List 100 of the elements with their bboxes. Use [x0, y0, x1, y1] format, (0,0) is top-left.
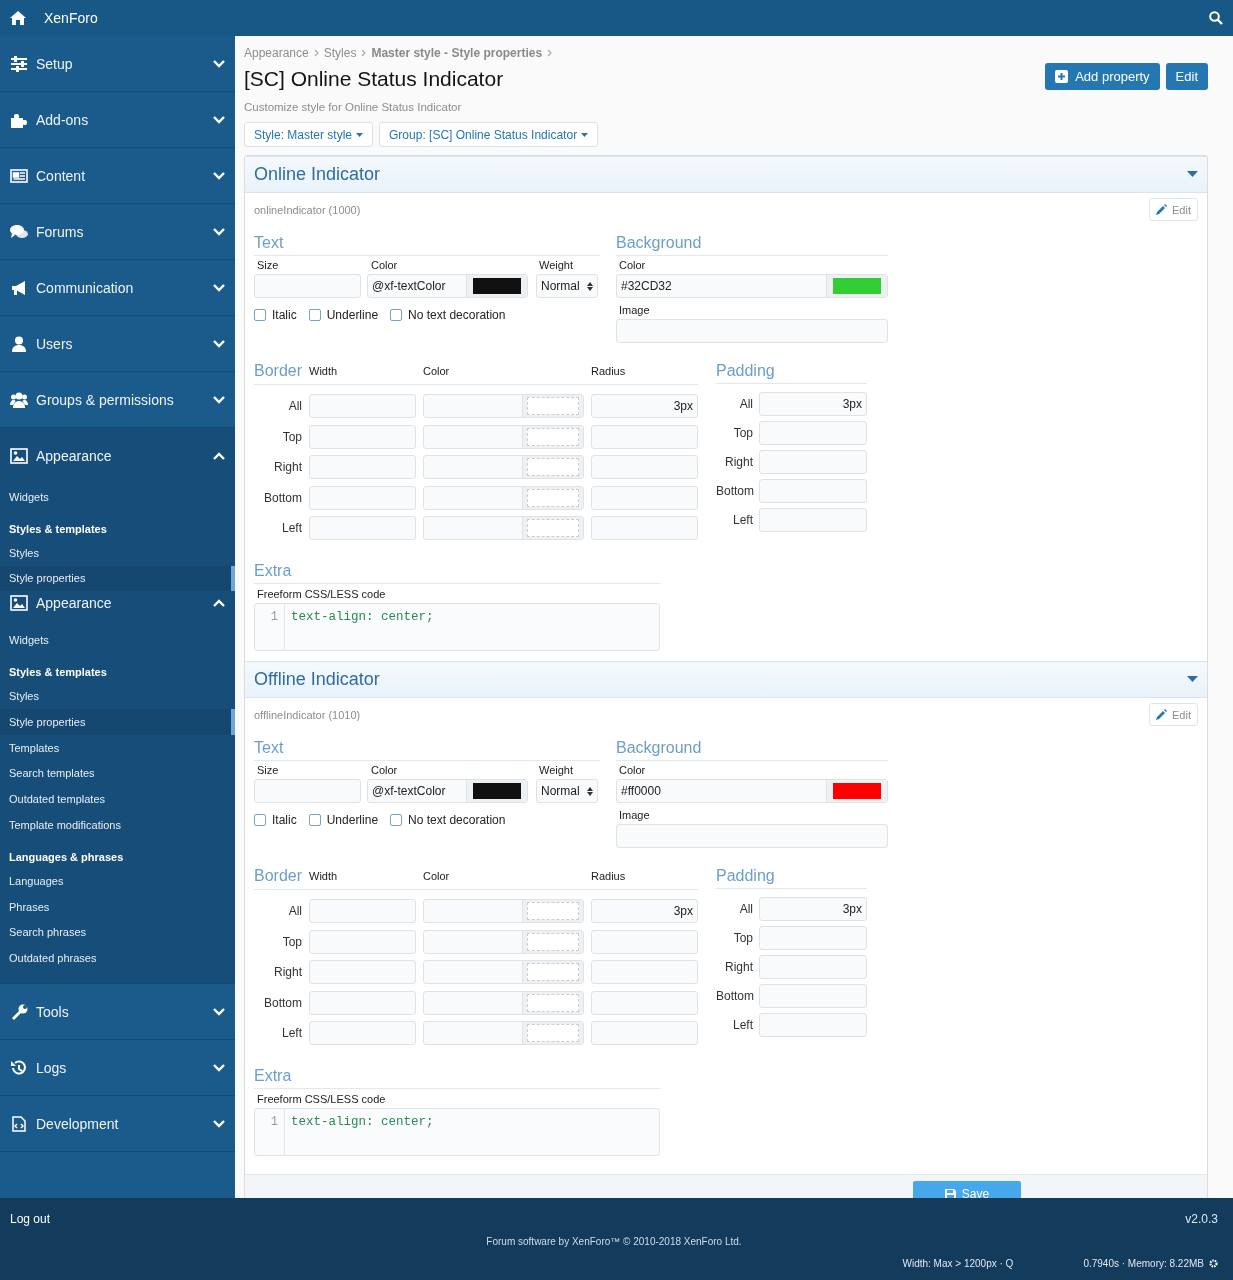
- sidebar-link[interactable]: Outdated templates: [0, 786, 235, 813]
- padding-input[interactable]: 3px: [759, 897, 867, 921]
- padding-input[interactable]: [759, 421, 867, 445]
- padding-input[interactable]: [759, 1013, 867, 1037]
- checkbox-option[interactable]: Underline: [308, 813, 379, 827]
- color-input[interactable]: [423, 929, 584, 954]
- sidebar-link[interactable]: Outdated phrases: [0, 945, 235, 972]
- checkbox[interactable]: [308, 814, 321, 826]
- home-icon[interactable]: [10, 11, 26, 25]
- checkbox-option[interactable]: No text decoration: [390, 308, 506, 322]
- padding-input[interactable]: [759, 450, 867, 474]
- sidebar-item[interactable]: Development: [0, 1096, 235, 1153]
- width-input[interactable]: [309, 424, 416, 449]
- padding-input[interactable]: [759, 926, 867, 950]
- checkbox-option[interactable]: Italic: [254, 813, 297, 827]
- width-input[interactable]: [309, 516, 416, 540]
- checkbox[interactable]: [254, 309, 266, 321]
- sidebar-item[interactable]: Setup: [0, 36, 235, 92]
- filter-button[interactable]: Group: [SC] Online Status Indicator: [379, 122, 599, 147]
- sidebar-link[interactable]: Search phrases: [0, 919, 235, 946]
- sidebar-link[interactable]: Phrases: [0, 893, 235, 920]
- sidebar-link[interactable]: Style properties: [0, 709, 235, 735]
- radius-input[interactable]: [591, 455, 698, 479]
- sidebar-link[interactable]: Styles: [0, 539, 235, 566]
- padding-input[interactable]: [759, 984, 867, 1008]
- checkbox[interactable]: [390, 814, 403, 826]
- color-input[interactable]: [423, 899, 584, 923]
- radius-input[interactable]: [591, 929, 698, 954]
- checkbox[interactable]: [254, 814, 266, 826]
- padding-input[interactable]: [759, 479, 867, 503]
- filter-button[interactable]: Style: Master style: [244, 122, 374, 147]
- color-input[interactable]: @xf-textColor: [367, 779, 528, 803]
- sidebar-item[interactable]: Tools: [0, 984, 235, 1041]
- gear-icon[interactable]: [1209, 1259, 1218, 1268]
- radius-input[interactable]: 3px: [591, 899, 698, 923]
- color-input[interactable]: @xf-textColor: [367, 274, 528, 298]
- sidebar-link[interactable]: Style properties: [0, 565, 235, 592]
- sidebar-link[interactable]: Widgets: [0, 627, 235, 654]
- width-input[interactable]: [309, 929, 416, 954]
- add-property-button[interactable]: Add property: [1045, 63, 1160, 90]
- sidebar-item[interactable]: Users: [0, 316, 235, 372]
- color-input[interactable]: #32CD32: [616, 274, 888, 298]
- color-input[interactable]: [423, 485, 584, 510]
- color-input[interactable]: [423, 394, 584, 418]
- color-input[interactable]: [423, 960, 584, 984]
- width-input[interactable]: [309, 1021, 416, 1045]
- caret-down-icon[interactable]: [1187, 676, 1198, 683]
- color-input[interactable]: [423, 455, 584, 479]
- search-icon[interactable]: [1209, 11, 1223, 25]
- size-input[interactable]: [254, 779, 361, 803]
- color-input[interactable]: [423, 1021, 584, 1045]
- edit-button[interactable]: Edit: [1165, 63, 1208, 90]
- padding-input[interactable]: [759, 955, 867, 979]
- sidebar-item[interactable]: Appearance: [0, 591, 235, 616]
- code-editor[interactable]: 1 text-align: center;: [254, 603, 660, 651]
- image-input[interactable]: [616, 319, 888, 343]
- sidebar-link[interactable]: Search templates: [0, 760, 235, 787]
- size-input[interactable]: [254, 274, 361, 298]
- radius-input[interactable]: 3px: [591, 394, 698, 418]
- code-editor[interactable]: 1 text-align: center;: [254, 1108, 660, 1156]
- padding-input[interactable]: [759, 508, 867, 532]
- checkbox[interactable]: [390, 309, 403, 321]
- checkbox[interactable]: [308, 309, 321, 321]
- width-input[interactable]: [309, 394, 416, 418]
- app-title[interactable]: XenForo: [44, 10, 98, 26]
- sidebar-link[interactable]: Template modifications: [0, 812, 235, 838]
- sidebar-link[interactable]: Languages: [0, 867, 235, 894]
- checkbox-option[interactable]: Underline: [308, 308, 379, 322]
- sidebar-item[interactable]: Content: [0, 148, 235, 204]
- width-input[interactable]: [309, 899, 416, 923]
- sidebar-item[interactable]: Add-ons: [0, 92, 235, 148]
- checkbox-option[interactable]: No text decoration: [390, 813, 506, 827]
- checkbox-option[interactable]: Italic: [254, 308, 297, 322]
- sidebar-link[interactable]: Templates: [0, 734, 235, 761]
- sidebar-item[interactable]: Communication: [0, 260, 235, 316]
- caret-down-icon[interactable]: [1187, 171, 1198, 178]
- sidebar-item[interactable]: Logs: [0, 1040, 235, 1097]
- color-input[interactable]: [423, 424, 584, 449]
- sidebar-link[interactable]: Widgets: [0, 484, 235, 510]
- width-input[interactable]: [309, 455, 416, 479]
- logout-link[interactable]: Log out: [10, 1212, 51, 1226]
- color-input[interactable]: [423, 516, 584, 540]
- image-input[interactable]: [616, 824, 888, 848]
- color-input[interactable]: #ff0000: [616, 779, 888, 803]
- radius-input[interactable]: [591, 424, 698, 449]
- width-input[interactable]: [309, 485, 416, 510]
- sidebar-link[interactable]: Styles: [0, 683, 235, 709]
- weight-select[interactable]: Normal: [536, 274, 598, 298]
- radius-input[interactable]: [591, 1021, 698, 1045]
- color-input[interactable]: [423, 990, 584, 1015]
- column-label: Radius: [591, 365, 627, 379]
- radius-input[interactable]: [591, 516, 698, 540]
- radius-input[interactable]: [591, 485, 698, 510]
- weight-select[interactable]: Normal: [536, 779, 598, 803]
- padding-input[interactable]: 3px: [759, 392, 867, 416]
- radius-input[interactable]: [591, 990, 698, 1015]
- radius-input[interactable]: [591, 960, 698, 984]
- width-input[interactable]: [309, 990, 416, 1015]
- sidebar-item[interactable]: Forums: [0, 204, 235, 260]
- width-input[interactable]: [309, 960, 416, 984]
